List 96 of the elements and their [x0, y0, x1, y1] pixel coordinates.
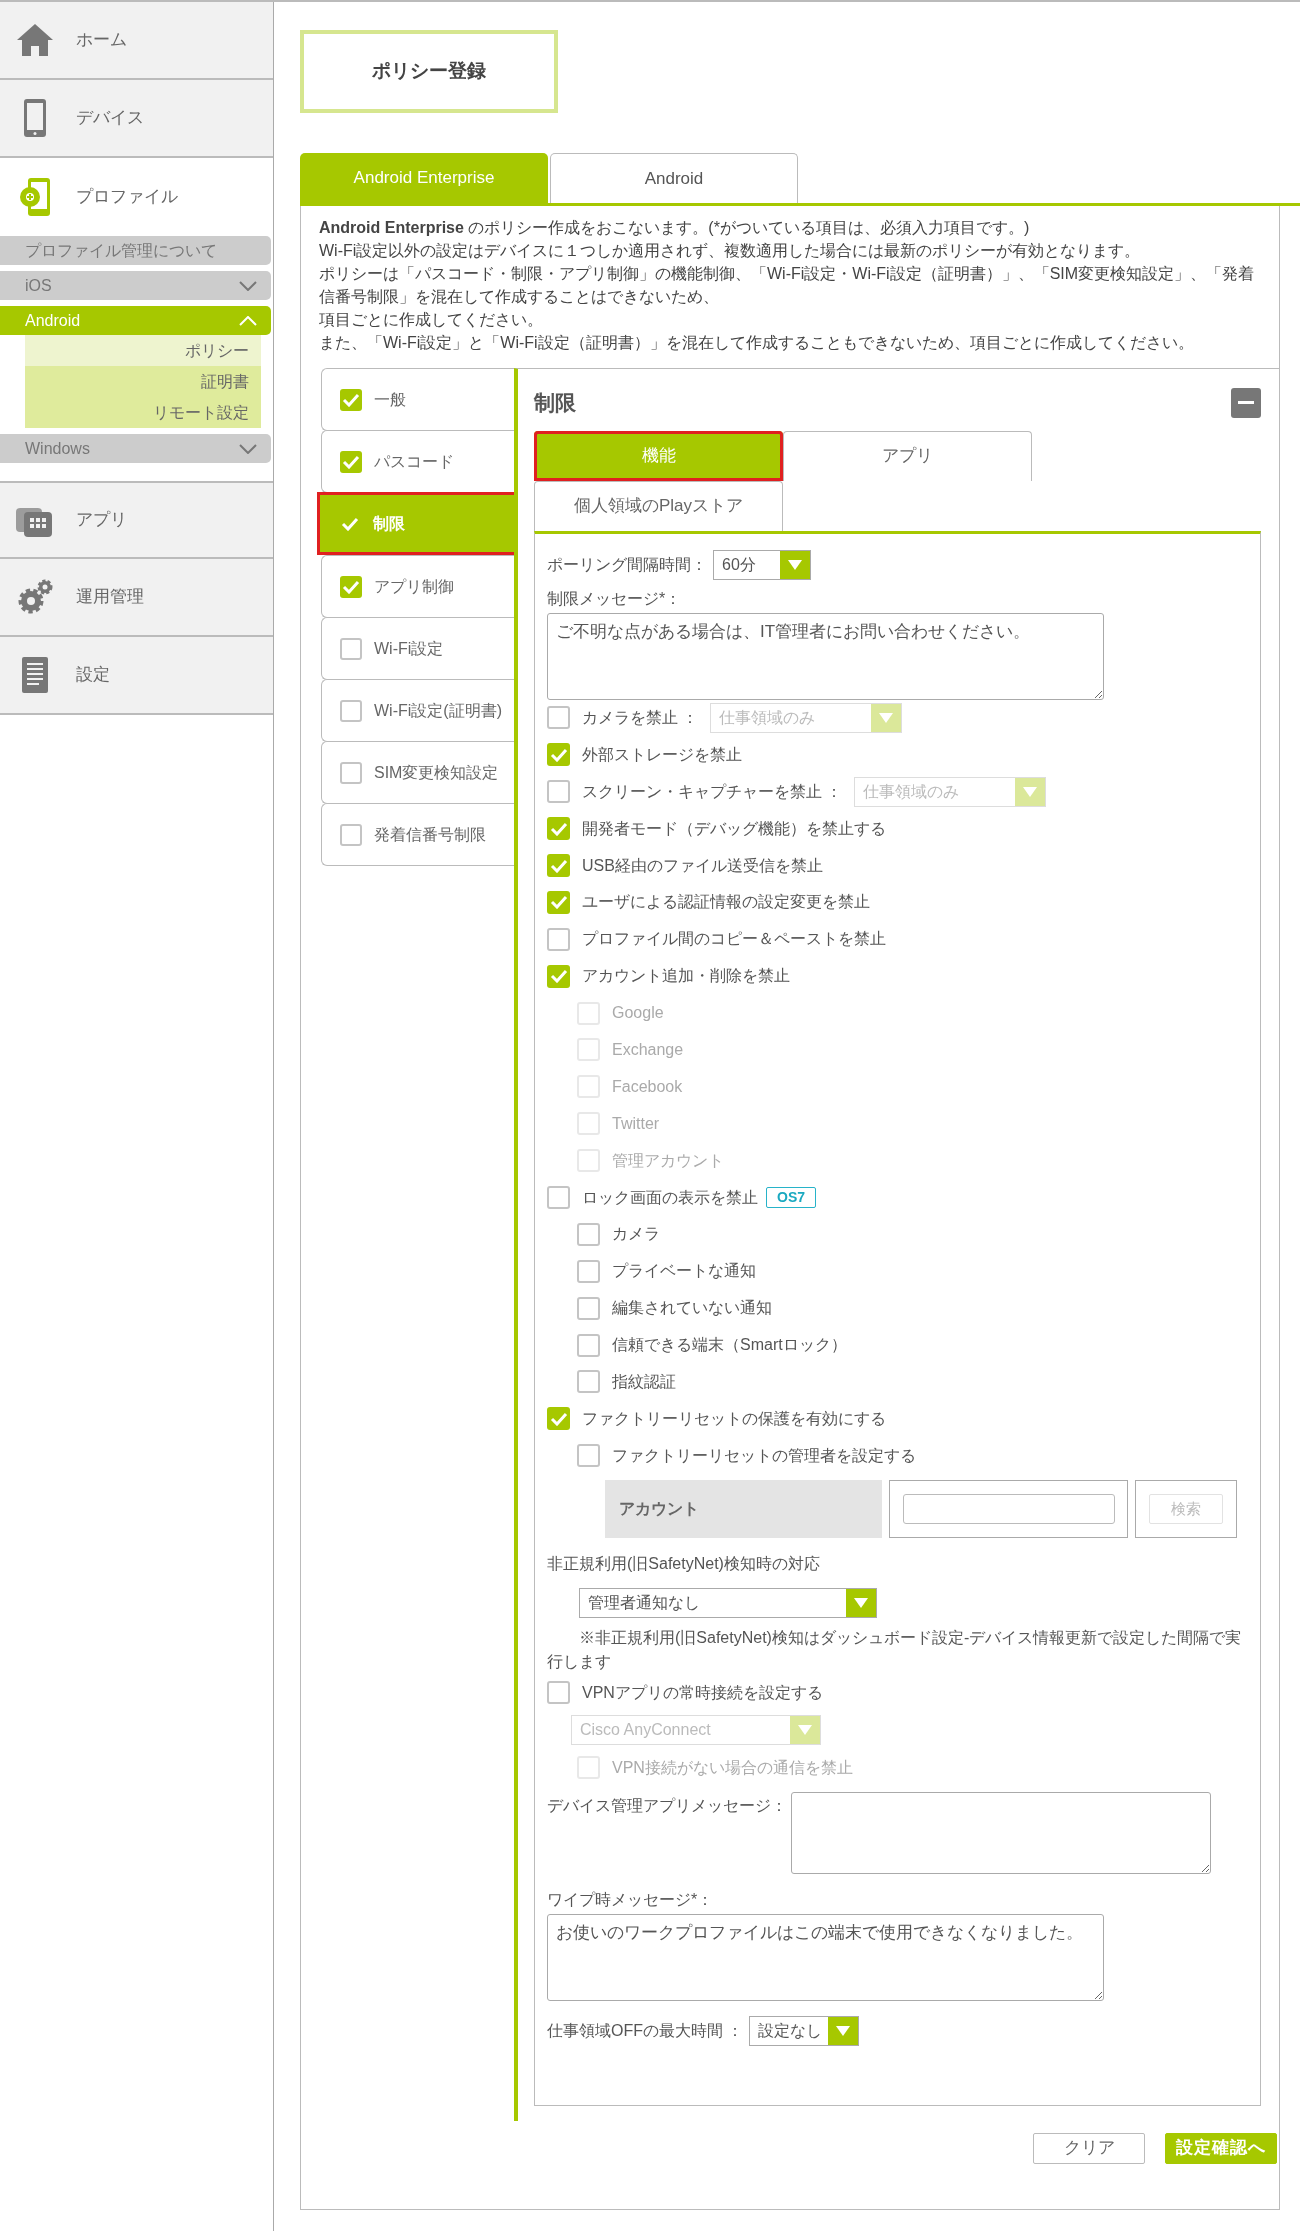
dropdown[interactable]: 設定なし: [749, 2016, 860, 2046]
checkbox-label: アカウント追加・削除を禁止: [582, 966, 790, 987]
checkbox-label: ファクトリーリセットの管理者を設定する: [612, 1445, 916, 1466]
field-label: デバイス管理アプリメッセージ：: [547, 1796, 787, 1816]
checkbox[interactable]: [547, 1681, 570, 1705]
checkbox-label: VPN接続がない場合の通信を禁止: [612, 1757, 853, 1778]
submenu-item[interactable]: リモート設定: [25, 397, 261, 428]
text-area[interactable]: ご不明な点がある場合は、IT管理者にお問い合わせください。: [547, 612, 1104, 700]
checkbox[interactable]: [577, 1259, 600, 1283]
chevron-icon: [239, 443, 257, 454]
home-icon: [16, 22, 54, 58]
action-button[interactable]: クリア: [1033, 2132, 1145, 2164]
dropdown-arrow-icon: [854, 1598, 868, 1609]
nav-item[interactable]: 設定: [0, 637, 273, 715]
checkbox[interactable]: [547, 743, 570, 767]
table-header: アカウント: [605, 1480, 882, 1539]
submenu-item[interactable]: ポリシー: [25, 335, 261, 366]
checkbox-label: Twitter: [612, 1113, 660, 1134]
text-area[interactable]: お使いのワークプロファイルはこの端末で使用できなくなりました。: [547, 1914, 1104, 2001]
nav-item[interactable]: ホーム: [0, 2, 273, 80]
dropdown-arrow-icon: [836, 2026, 851, 2036]
checkbox[interactable]: [547, 854, 570, 877]
menu-link[interactable]: プロファイル管理について: [0, 236, 271, 265]
collapse-button[interactable]: [1231, 387, 1261, 418]
checkbox-label: カメラを禁止 ：: [582, 707, 699, 728]
checkbox-label: 信頼できる端末（Smartロック）: [612, 1335, 847, 1356]
input-field[interactable]: [902, 1494, 1115, 1525]
category-tab[interactable]: 発着信番号制限: [321, 803, 514, 866]
checkbox[interactable]: [547, 817, 570, 841]
checkbox[interactable]: [577, 1222, 600, 1246]
checkbox-label: スクリーン・キャプチャーを禁止 ：: [582, 781, 843, 802]
section-title: 制限: [534, 390, 576, 416]
dropdown-arrow-icon: [1023, 786, 1038, 797]
checkbox-label: Google: [612, 1003, 664, 1024]
gears-icon: [16, 578, 54, 616]
submenu-item[interactable]: 証明書: [25, 366, 261, 397]
checkbox-label: USB経由のファイル送受信を禁止: [582, 855, 823, 876]
checkbox[interactable]: [547, 706, 570, 730]
checkbox[interactable]: [547, 964, 570, 988]
checkbox-label: Facebook: [612, 1076, 683, 1097]
category-tab[interactable]: アプリ制御: [321, 555, 514, 618]
os-badge: OS7: [766, 1187, 816, 1208]
dropdown[interactable]: 管理者通知なし: [579, 1588, 877, 1619]
minus-icon: [1238, 400, 1254, 405]
nav-item[interactable]: 運用管理: [0, 559, 273, 637]
checkbox-label: 編集されていない通知: [612, 1298, 772, 1319]
description-text: Android Enterprise のポリシー作成をおこないます。(*がついている項目は、必須入力項目です。): [319, 218, 1031, 238]
field-label: ポーリング間隔時間：: [547, 554, 707, 575]
checkbox[interactable]: [547, 1407, 570, 1431]
checkbox[interactable]: [547, 1186, 570, 1209]
checkbox[interactable]: [547, 780, 570, 804]
checkbox-label: カメラ: [612, 1224, 660, 1245]
field-label: 制限メッセージ*：: [547, 588, 683, 609]
checkbox-label: VPNアプリの常時接続を設定する: [582, 1682, 823, 1703]
checkbox[interactable]: [577, 1333, 600, 1357]
dropdown[interactable]: 60分: [713, 549, 811, 580]
checkbox[interactable]: [577, 1296, 600, 1320]
checkbox-label: Exchange: [612, 1039, 684, 1060]
text-area[interactable]: [791, 1792, 1211, 1874]
checkbox-label: ユーザによる認証情報の設定変更を禁止: [582, 892, 870, 913]
checkbox[interactable]: [577, 1444, 600, 1468]
checkbox-label: ファクトリーリセットの保護を有効にする: [582, 1408, 886, 1429]
dropdown-arrow-icon: [879, 712, 894, 723]
field-label: 非正規利用(旧SafetyNet)検知時の対応: [547, 1554, 821, 1575]
dropdown-arrow-icon: [798, 1725, 812, 1736]
checkbox[interactable]: [547, 890, 570, 914]
field-label: 仕事領域OFFの最大時間 ：: [547, 2021, 744, 2041]
feature-tab[interactable]: 個人領域のPlayストア: [534, 480, 783, 531]
description-text: ポリシーは「パスコード・制限・アプリ制御」の機能制御、「Wi-Fi設定・Wi-Fi設定（証明書）」、「SIM変更検知設定」、「発着信番号制限」を混在して作成することはできないため、: [319, 264, 1256, 307]
checkbox-label: プロファイル間のコピー＆ペーストを禁止: [582, 929, 886, 950]
checkbox-label: 外部ストレージを禁止: [582, 744, 742, 765]
platform-tab[interactable]: Android: [550, 153, 798, 203]
phone-icon: [23, 98, 47, 138]
note-text: ※非正規利用(旧SafetyNet)検知はダッシュボード設定-デバイス情報更新で設定した間隔で実行します: [547, 1628, 1243, 1673]
document-icon: [21, 656, 49, 694]
field-label: ワイプ時メッセージ*：: [547, 1890, 715, 1910]
menu-group[interactable]: iOS: [0, 271, 271, 300]
checkbox-label: ロック画面の表示を禁止: [582, 1187, 758, 1208]
checkbox-label: 開発者モード（デバッグ機能）を禁止する: [582, 818, 886, 839]
description-text: 項目ごとに作成してください。: [319, 310, 544, 330]
nav-item[interactable]: アプリ: [0, 481, 273, 559]
nav-item[interactable]: デバイス: [0, 80, 273, 158]
page-title: ポリシー登録: [300, 30, 558, 113]
checkbox-label: プライベートな通知: [612, 1261, 756, 1282]
chevron-icon: [239, 280, 257, 291]
chevron-icon: [239, 315, 257, 326]
description-text: また、「Wi-Fi設定」と「Wi-Fi設定（証明書）」を混在して作成することもできないため、項目ごとに作成してください。: [319, 333, 1195, 353]
checkbox[interactable]: [577, 1370, 600, 1394]
feature-tab[interactable]: アプリ: [783, 430, 1032, 481]
menu-group[interactable]: Windows: [0, 434, 271, 463]
checkbox[interactable]: [547, 927, 570, 951]
dropdown-arrow-icon: [788, 559, 802, 570]
description-text: Wi-Fi設定以外の設定はデバイスに１つしか適用されず、複数適用した場合には最新のポリシーが有効となります。: [319, 241, 1142, 261]
category-tab[interactable]: 一般: [321, 368, 514, 431]
checkbox-label: 指紋認証: [612, 1371, 676, 1392]
checkbox-label: 管理アカウント: [612, 1150, 724, 1171]
